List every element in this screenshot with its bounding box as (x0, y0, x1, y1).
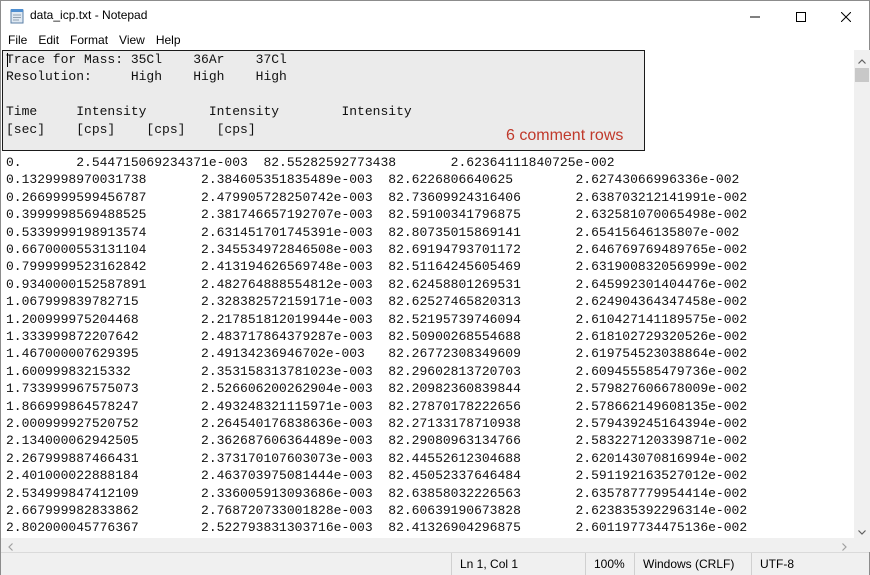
text-editor[interactable]: Trace for Mass: 35Cl 36Ar 37Cl Resolutio… (1, 50, 854, 538)
menu-format[interactable]: Format (64, 31, 113, 50)
scroll-down-button[interactable] (854, 521, 870, 538)
data-row: 0.2669999599456787 2.479905728250742e-00… (6, 189, 748, 205)
notepad-app-icon (10, 8, 24, 24)
vertical-scroll-thumb[interactable] (855, 68, 869, 82)
data-row: 1.067999839782715 2.328382572159171e-003… (6, 294, 748, 310)
text-caret (7, 53, 8, 67)
data-row: 2.134000062942505 2.362687606364489e-003… (6, 433, 748, 449)
title-bar[interactable]: data_icp.txt - Notepad (1, 1, 869, 31)
scroll-right-button[interactable] (838, 538, 850, 552)
menu-file[interactable]: File (2, 31, 32, 50)
line-ending: Windows (CRLF) (634, 553, 751, 575)
close-icon (840, 7, 852, 26)
scrollbar-corner (854, 538, 870, 552)
minimize-icon (750, 7, 760, 26)
window-title: data_icp.txt - Notepad (30, 8, 148, 22)
data-row: 2.401000022888184 2.463703975081444e-003… (6, 468, 748, 484)
horizontal-scrollbar[interactable] (1, 538, 854, 552)
chevron-up-icon (858, 49, 866, 68)
zoom-level: 100% (585, 553, 634, 575)
data-row: 0. 2.544715069234371e-003 82.55282592773… (6, 155, 615, 170)
vertical-scrollbar[interactable] (854, 50, 870, 538)
text-encoding: UTF-8 (751, 553, 869, 575)
header-line-units: [sec] [cps] [cps] [cps] (6, 121, 256, 137)
header-line-resolution: Resolution: High High High (6, 69, 287, 85)
maximize-button[interactable] (778, 1, 824, 31)
header-line-trace: Trace for Mass: 35Cl 36Ar 37Cl (6, 52, 287, 67)
minimize-button[interactable] (732, 1, 778, 31)
menu-help[interactable]: Help (150, 31, 186, 50)
data-row: 0.7999999523162842 2.413194626569748e-00… (6, 259, 748, 275)
data-row: 1.866999864578247 2.493248321115971e-003… (6, 398, 748, 414)
data-row: 1.467000007629395 2.49134236946702e-003 … (6, 346, 748, 362)
status-bar: Ln 1, Col 1 100% Windows (CRLF) UTF-8 (1, 552, 869, 575)
data-row: 1.333999872207642 2.483717864379287e-003… (6, 329, 748, 344)
data-row: 0.6670000553131104 2.345534972846508e-00… (6, 242, 748, 257)
data-row: 0.5339999198913574 2.631451701745391e-00… (6, 224, 740, 240)
data-row: 1.60099983215332 2.353158313781023e-003 … (6, 363, 748, 379)
data-row: 1.200999975204468 2.217851812019944e-003… (6, 311, 748, 327)
menu-view[interactable]: View (113, 31, 150, 50)
data-row: 0.1329998970031738 2.384605351835489e-00… (6, 172, 740, 188)
data-row: 2.000999927520752 2.264540176838636e-003… (6, 416, 748, 431)
menu-bar: File Edit Format View Help (1, 31, 869, 50)
scroll-left-button[interactable] (4, 538, 16, 552)
notepad-window: data_icp.txt - Notepad File Edit Format … (0, 0, 870, 575)
data-row: 2.534999847412109 2.336005913093686e-003… (6, 485, 748, 501)
data-row: 1.733999967575073 2.526606200262904e-003… (6, 381, 748, 397)
scroll-up-button[interactable] (854, 50, 870, 67)
data-row: 0.9340000152587891 2.482764888554812e-00… (6, 276, 748, 292)
header-line-columns: Time Intensity Intensity Intensity (6, 104, 412, 120)
maximize-icon (796, 7, 806, 26)
data-row: 2.802000045776367 2.522793831303716e-003… (6, 520, 748, 536)
menu-edit[interactable]: Edit (32, 31, 64, 50)
cursor-position: Ln 1, Col 1 (451, 553, 585, 575)
data-row: 0.3999998569488525 2.381746657192707e-00… (6, 207, 748, 223)
close-button[interactable] (823, 1, 869, 31)
data-row: 2.267999887466431 2.373170107603073e-003… (6, 450, 748, 466)
chevron-down-icon (858, 520, 866, 539)
data-row: 2.667999982833862 2.768720733001828e-003… (6, 503, 748, 518)
comment-rows-annotation: 6 comment rows (506, 127, 624, 144)
